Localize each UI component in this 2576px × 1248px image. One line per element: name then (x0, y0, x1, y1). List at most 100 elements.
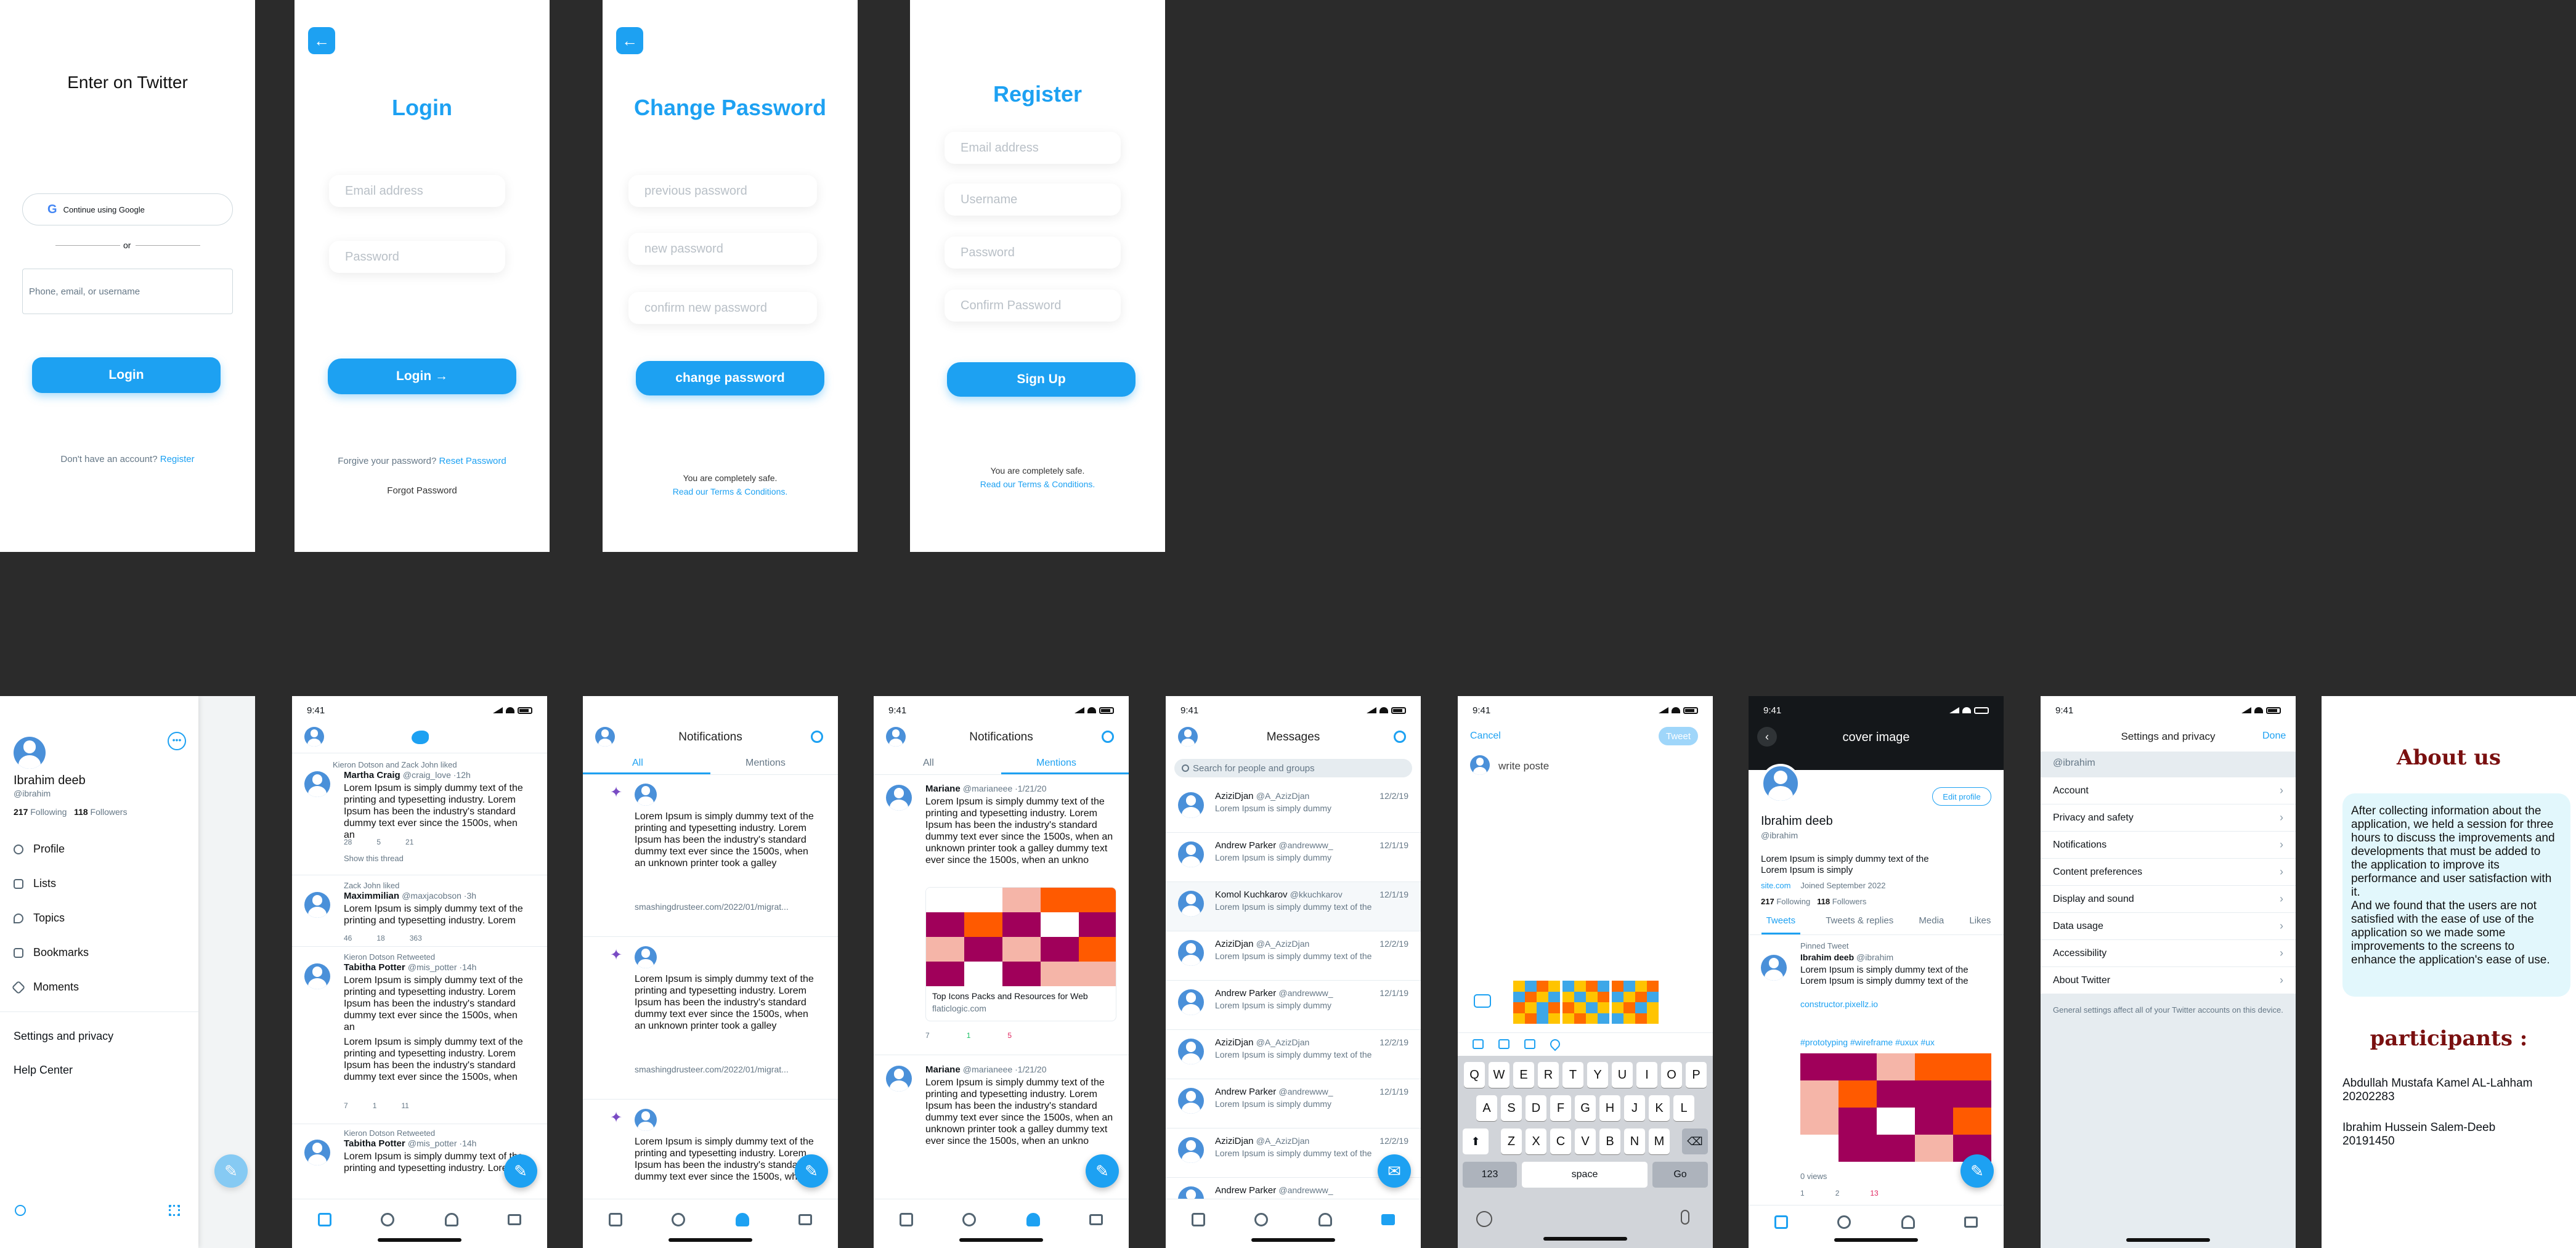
email-field[interactable]: Email address (945, 132, 1121, 164)
avatar[interactable] (304, 771, 330, 797)
key-b[interactable]: B (1599, 1128, 1620, 1154)
edit-profile-button[interactable]: Edit profile (1932, 787, 1991, 806)
key-g[interactable]: G (1575, 1095, 1596, 1121)
avatar[interactable] (14, 737, 46, 769)
key-i[interactable]: I (1636, 1062, 1657, 1088)
message-row[interactable]: Andrew Parker @andrewww_ 12/1/19 Lorem Ips… (1166, 981, 1421, 1030)
camera-icon[interactable] (1474, 994, 1491, 1008)
notification-link[interactable]: smashingdrusteer.com/2022/01/migrat... (635, 902, 789, 912)
login-button[interactable]: Login (32, 357, 221, 393)
avatar[interactable] (1178, 940, 1204, 966)
username-field[interactable]: Username (945, 184, 1121, 216)
confirm-password-field[interactable]: Confirm Password (945, 290, 1121, 322)
sign-up-button[interactable]: Sign Up (947, 362, 1136, 397)
key-x[interactable]: X (1526, 1128, 1546, 1154)
mail-icon[interactable] (1964, 1217, 1978, 1228)
home-icon[interactable] (900, 1213, 913, 1226)
tweet-3[interactable]: Kieron Dotson Retweeted Tabitha Potter @… (292, 949, 547, 1121)
avatar[interactable] (1178, 1039, 1204, 1064)
avatar[interactable] (886, 785, 912, 811)
new-password-field[interactable]: new password (628, 233, 817, 265)
avatar[interactable] (1178, 1088, 1204, 1114)
mail-icon[interactable] (798, 1214, 812, 1225)
search-input[interactable]: Search for people and groups (1174, 759, 1412, 777)
profile-avatar[interactable] (1761, 764, 1800, 803)
tweet-actions[interactable]: 46 18 363 (344, 934, 422, 942)
key-t[interactable]: T (1562, 1062, 1583, 1088)
password-field[interactable]: Password (945, 237, 1121, 269)
phone-email-input[interactable]: Phone, email, or username (22, 269, 233, 314)
key-p[interactable]: P (1686, 1062, 1707, 1088)
key-r[interactable]: R (1538, 1062, 1559, 1088)
cover-image[interactable]: 9:41 ‹ cover image (1749, 696, 2004, 770)
message-row[interactable]: AziziDjan @A_AzizDjan 12/2/19 Lorem Ipsum … (1166, 784, 1421, 833)
avatar[interactable] (1761, 955, 1787, 981)
key-f[interactable]: F (1550, 1095, 1571, 1121)
tweet-button[interactable]: Tweet (1659, 727, 1698, 745)
search-icon[interactable] (1837, 1215, 1851, 1229)
drawer-item-profile[interactable]: Profile (14, 843, 65, 856)
notification-link[interactable]: smashingdrusteer.com/2022/01/migrat... (635, 1064, 789, 1074)
register-link[interactable]: Register (160, 454, 195, 464)
tab-mentions[interactable]: Mentions (1036, 758, 1076, 769)
settings-item[interactable]: Notifications › (2041, 832, 2296, 859)
cancel-button[interactable]: Cancel (1470, 731, 1501, 742)
password-field[interactable]: Password (329, 241, 505, 273)
bell-icon[interactable] (736, 1213, 749, 1226)
avatar[interactable] (1470, 755, 1490, 775)
tab-tweets[interactable]: Tweets (1761, 915, 1801, 934)
location-icon[interactable] (1548, 1037, 1562, 1051)
settings-item[interactable]: Content preferences › (2041, 859, 2296, 886)
key-n[interactable]: N (1624, 1128, 1645, 1154)
key-l[interactable]: L (1673, 1095, 1694, 1121)
message-row[interactable]: AziziDjan @A_AzizDjan 12/2/19 Lorem Ipsum … (1166, 931, 1421, 981)
tweet-2[interactable]: Zack John liked Maximmilian @maxjacobson… (292, 877, 547, 951)
search-icon[interactable] (672, 1213, 685, 1226)
settings-item[interactable]: Accessibility › (2041, 940, 2296, 967)
compose-input[interactable]: write poste (1498, 760, 1549, 772)
avatar[interactable] (1178, 989, 1204, 1015)
tab-tweets-replies[interactable]: Tweets & replies (1826, 915, 1893, 934)
image-icon[interactable] (1473, 1039, 1484, 1049)
confirm-password-field[interactable]: confirm new password (628, 292, 817, 324)
settings-item[interactable]: Display and sound › (2041, 886, 2296, 913)
compose-fab[interactable]: ✎ (504, 1154, 537, 1188)
notification-2[interactable]: ✦ Lorem Ipsum is simply dummy text of th… (583, 938, 838, 1098)
avatar[interactable] (1178, 891, 1204, 917)
key-u[interactable]: U (1612, 1062, 1633, 1088)
tweet-actions[interactable]: 1 2 13 (1800, 1189, 1879, 1197)
avatar[interactable] (304, 727, 324, 747)
home-icon[interactable] (1192, 1213, 1205, 1226)
search-icon[interactable] (962, 1213, 976, 1226)
space-key[interactable]: space (1522, 1162, 1648, 1188)
media-thumbnail[interactable] (1612, 981, 1659, 1024)
drawer-item-bookmarks[interactable]: Bookmarks (14, 946, 89, 959)
done-button[interactable]: Done (2262, 731, 2286, 742)
terms-link[interactable]: Read our Terms & Conditions. (910, 479, 1165, 489)
more-accounts-icon[interactable]: ••• (168, 732, 186, 750)
media-thumbnail[interactable] (1513, 981, 1560, 1024)
key-y[interactable]: Y (1587, 1062, 1608, 1088)
avatar[interactable] (1178, 792, 1204, 818)
go-key[interactable]: Go (1652, 1162, 1708, 1188)
key-o[interactable]: O (1661, 1062, 1682, 1088)
search-icon[interactable] (381, 1213, 394, 1226)
tweet-hashtags[interactable]: #prototyping #wireframe #uxux #ux (1800, 1037, 1935, 1047)
tab-media[interactable]: Media (1919, 915, 1944, 934)
qr-code-icon[interactable] (169, 1205, 180, 1216)
avatar[interactable] (635, 784, 657, 806)
bell-icon[interactable] (1318, 1213, 1332, 1226)
settings-item[interactable]: Account › (2041, 777, 2296, 804)
tab-all[interactable]: All (632, 758, 643, 769)
terms-link[interactable]: Read our Terms & Conditions. (603, 487, 858, 496)
link-card[interactable]: Top Icons Packs and Resources for Web fl… (925, 887, 1116, 1021)
avatar[interactable] (304, 963, 330, 989)
change-password-button[interactable]: change password (636, 361, 824, 395)
compose-fab[interactable]: ✎ (795, 1154, 828, 1188)
poll-icon[interactable] (1524, 1039, 1535, 1049)
key-z[interactable]: Z (1501, 1128, 1522, 1154)
key-h[interactable]: H (1599, 1095, 1620, 1121)
email-field[interactable]: Email address (329, 175, 505, 207)
new-message-fab[interactable]: ✉ (1378, 1154, 1411, 1188)
login-submit-button[interactable]: Login → (328, 359, 516, 394)
